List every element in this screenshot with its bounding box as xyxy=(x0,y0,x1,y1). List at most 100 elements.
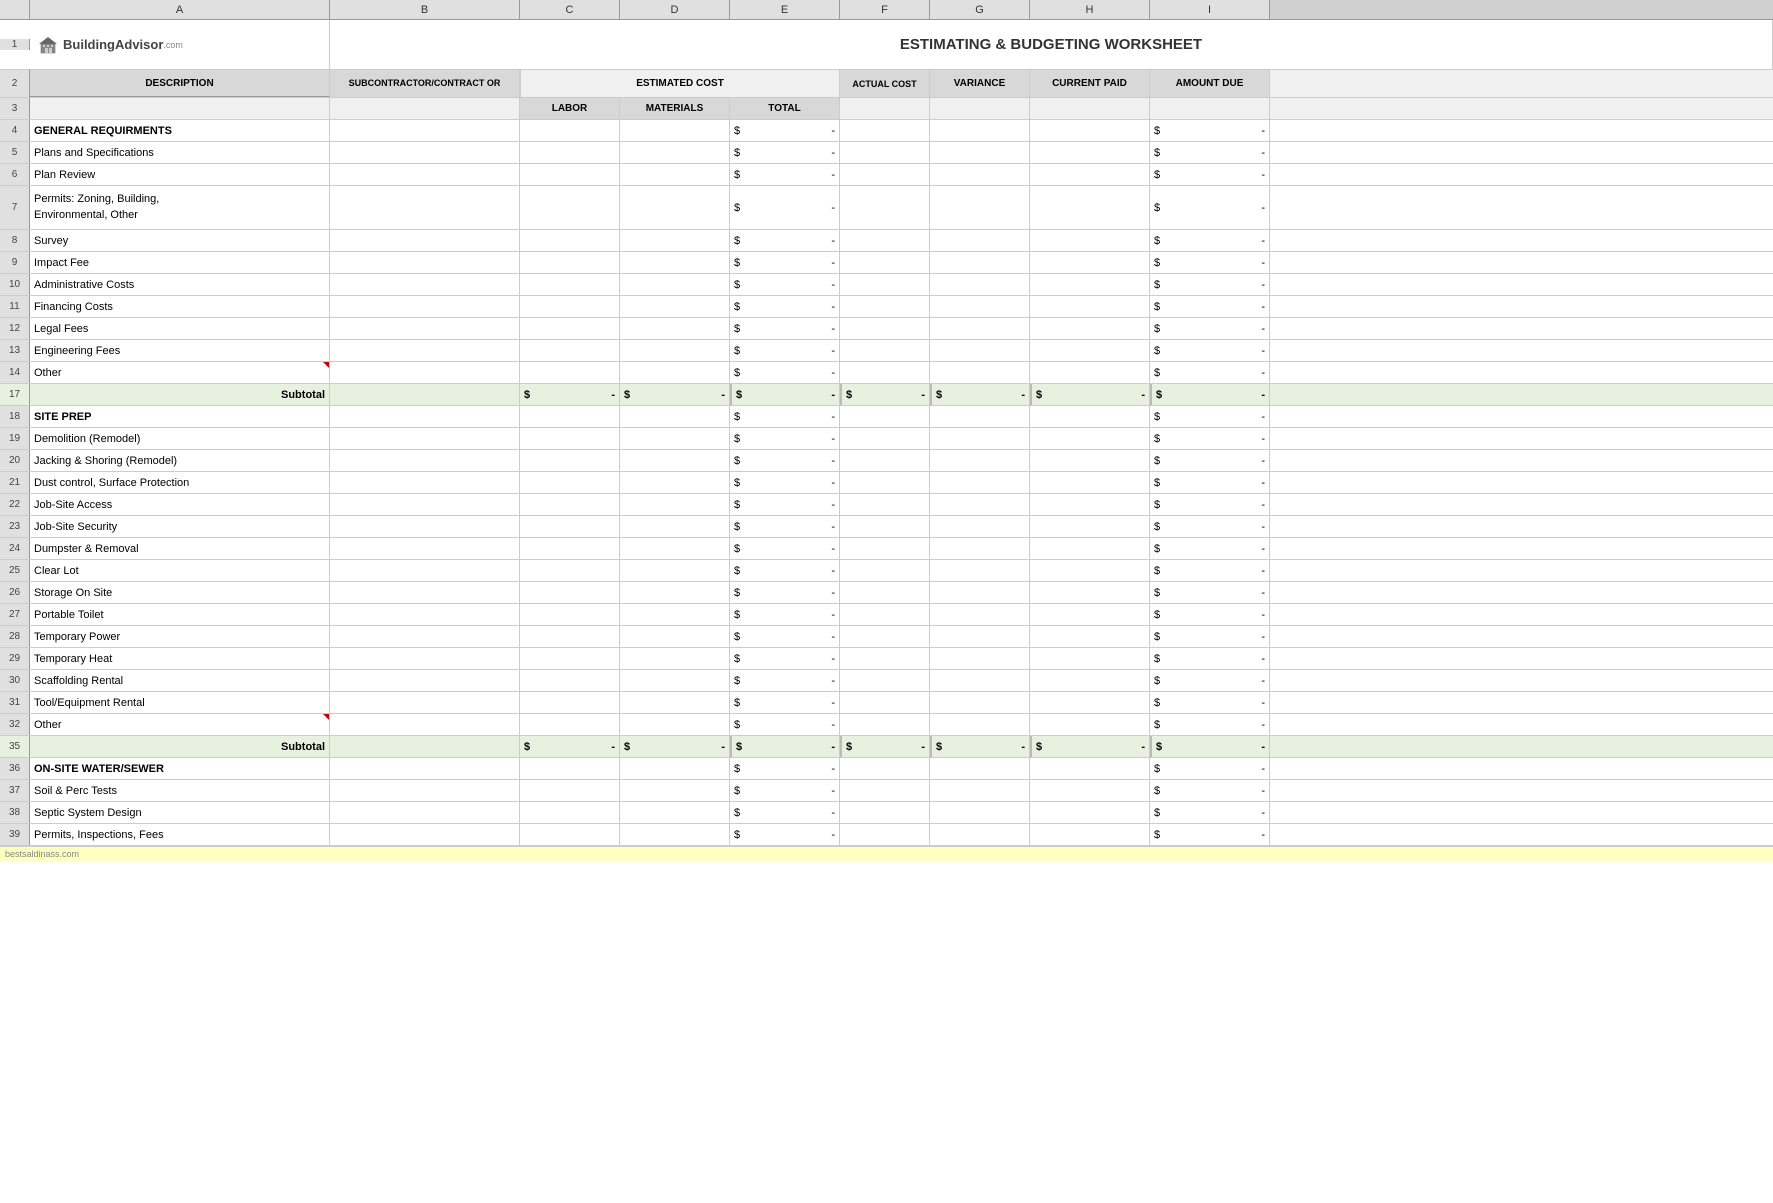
r28-c[interactable] xyxy=(520,626,620,647)
r19-b[interactable] xyxy=(330,428,520,449)
r6-b[interactable] xyxy=(330,164,520,185)
r6-d[interactable] xyxy=(620,164,730,185)
r8-f[interactable] xyxy=(840,230,930,251)
r18-g[interactable] xyxy=(930,406,1030,427)
r10-i[interactable]: $- xyxy=(1150,274,1270,295)
r37-b[interactable] xyxy=(330,780,520,801)
r29-b[interactable] xyxy=(330,648,520,669)
r20-b[interactable] xyxy=(330,450,520,471)
r11-i[interactable]: $- xyxy=(1150,296,1270,317)
r27-h[interactable] xyxy=(1030,604,1150,625)
r19-d[interactable] xyxy=(620,428,730,449)
r39-g[interactable] xyxy=(930,824,1030,845)
r17-b[interactable] xyxy=(330,384,520,405)
r31-a[interactable]: Tool/Equipment Rental xyxy=(30,692,330,713)
r24-i[interactable]: $- xyxy=(1150,538,1270,559)
r20-d[interactable] xyxy=(620,450,730,471)
r7-f[interactable] xyxy=(840,186,930,229)
r13-i[interactable]: $- xyxy=(1150,340,1270,361)
r21-d[interactable] xyxy=(620,472,730,493)
r21-a[interactable]: Dust control, Surface Protection xyxy=(30,472,330,493)
r36-b[interactable] xyxy=(330,758,520,779)
r13-h[interactable] xyxy=(1030,340,1150,361)
r5-b[interactable] xyxy=(330,142,520,163)
r28-g[interactable] xyxy=(930,626,1030,647)
r13-g[interactable] xyxy=(930,340,1030,361)
r29-h[interactable] xyxy=(1030,648,1150,669)
r24-e[interactable]: $- xyxy=(730,538,840,559)
r22-c[interactable] xyxy=(520,494,620,515)
r8-c[interactable] xyxy=(520,230,620,251)
r10-a[interactable]: Administrative Costs xyxy=(30,274,330,295)
r25-i[interactable]: $- xyxy=(1150,560,1270,581)
r10-e[interactable]: $- xyxy=(730,274,840,295)
r26-e[interactable]: $- xyxy=(730,582,840,603)
r4-e[interactable]: $- xyxy=(730,120,840,141)
r32-d[interactable] xyxy=(620,714,730,735)
r14-b[interactable] xyxy=(330,362,520,383)
r12-f[interactable] xyxy=(840,318,930,339)
r6-h[interactable] xyxy=(1030,164,1150,185)
r25-b[interactable] xyxy=(330,560,520,581)
r7-d[interactable] xyxy=(620,186,730,229)
r13-a[interactable]: Engineering Fees xyxy=(30,340,330,361)
r30-f[interactable] xyxy=(840,670,930,691)
r14-d[interactable] xyxy=(620,362,730,383)
r6-a[interactable]: Plan Review xyxy=(30,164,330,185)
r9-e[interactable]: $- xyxy=(730,252,840,273)
r32-g[interactable] xyxy=(930,714,1030,735)
r12-h[interactable] xyxy=(1030,318,1150,339)
r26-h[interactable] xyxy=(1030,582,1150,603)
r4-b[interactable] xyxy=(330,120,520,141)
r12-b[interactable] xyxy=(330,318,520,339)
r20-a[interactable]: Jacking & Shoring (Remodel) xyxy=(30,450,330,471)
r37-d[interactable] xyxy=(620,780,730,801)
r30-b[interactable] xyxy=(330,670,520,691)
r30-h[interactable] xyxy=(1030,670,1150,691)
r31-f[interactable] xyxy=(840,692,930,713)
r38-h[interactable] xyxy=(1030,802,1150,823)
r30-g[interactable] xyxy=(930,670,1030,691)
r28-a[interactable]: Temporary Power xyxy=(30,626,330,647)
r29-g[interactable] xyxy=(930,648,1030,669)
r27-e[interactable]: $- xyxy=(730,604,840,625)
r7-g[interactable] xyxy=(930,186,1030,229)
r4-f[interactable] xyxy=(840,120,930,141)
r4-h[interactable] xyxy=(1030,120,1150,141)
r19-i[interactable]: $- xyxy=(1150,428,1270,449)
r5-i[interactable]: $- xyxy=(1150,142,1270,163)
r24-f[interactable] xyxy=(840,538,930,559)
r39-e[interactable]: $- xyxy=(730,824,840,845)
r38-b[interactable] xyxy=(330,802,520,823)
r19-g[interactable] xyxy=(930,428,1030,449)
r28-d[interactable] xyxy=(620,626,730,647)
r26-g[interactable] xyxy=(930,582,1030,603)
r9-d[interactable] xyxy=(620,252,730,273)
r6-f[interactable] xyxy=(840,164,930,185)
r23-a[interactable]: Job-Site Security xyxy=(30,516,330,537)
r11-c[interactable] xyxy=(520,296,620,317)
r20-g[interactable] xyxy=(930,450,1030,471)
r19-h[interactable] xyxy=(1030,428,1150,449)
r36-e[interactable]: $- xyxy=(730,758,840,779)
r13-d[interactable] xyxy=(620,340,730,361)
r31-e[interactable]: $- xyxy=(730,692,840,713)
r18-d[interactable] xyxy=(620,406,730,427)
r10-f[interactable] xyxy=(840,274,930,295)
r39-b[interactable] xyxy=(330,824,520,845)
r24-g[interactable] xyxy=(930,538,1030,559)
r25-f[interactable] xyxy=(840,560,930,581)
r12-e[interactable]: $- xyxy=(730,318,840,339)
r18-c[interactable] xyxy=(520,406,620,427)
r22-g[interactable] xyxy=(930,494,1030,515)
r38-a[interactable]: Septic System Design xyxy=(30,802,330,823)
r17-g[interactable]: $- xyxy=(930,384,1030,405)
r21-g[interactable] xyxy=(930,472,1030,493)
r8-e[interactable]: $- xyxy=(730,230,840,251)
r17-e[interactable]: $- xyxy=(730,384,840,405)
r35-g[interactable]: $- xyxy=(930,736,1030,757)
r14-i[interactable]: $- xyxy=(1150,362,1270,383)
r22-f[interactable] xyxy=(840,494,930,515)
r29-d[interactable] xyxy=(620,648,730,669)
r17-d[interactable]: $- xyxy=(620,384,730,405)
